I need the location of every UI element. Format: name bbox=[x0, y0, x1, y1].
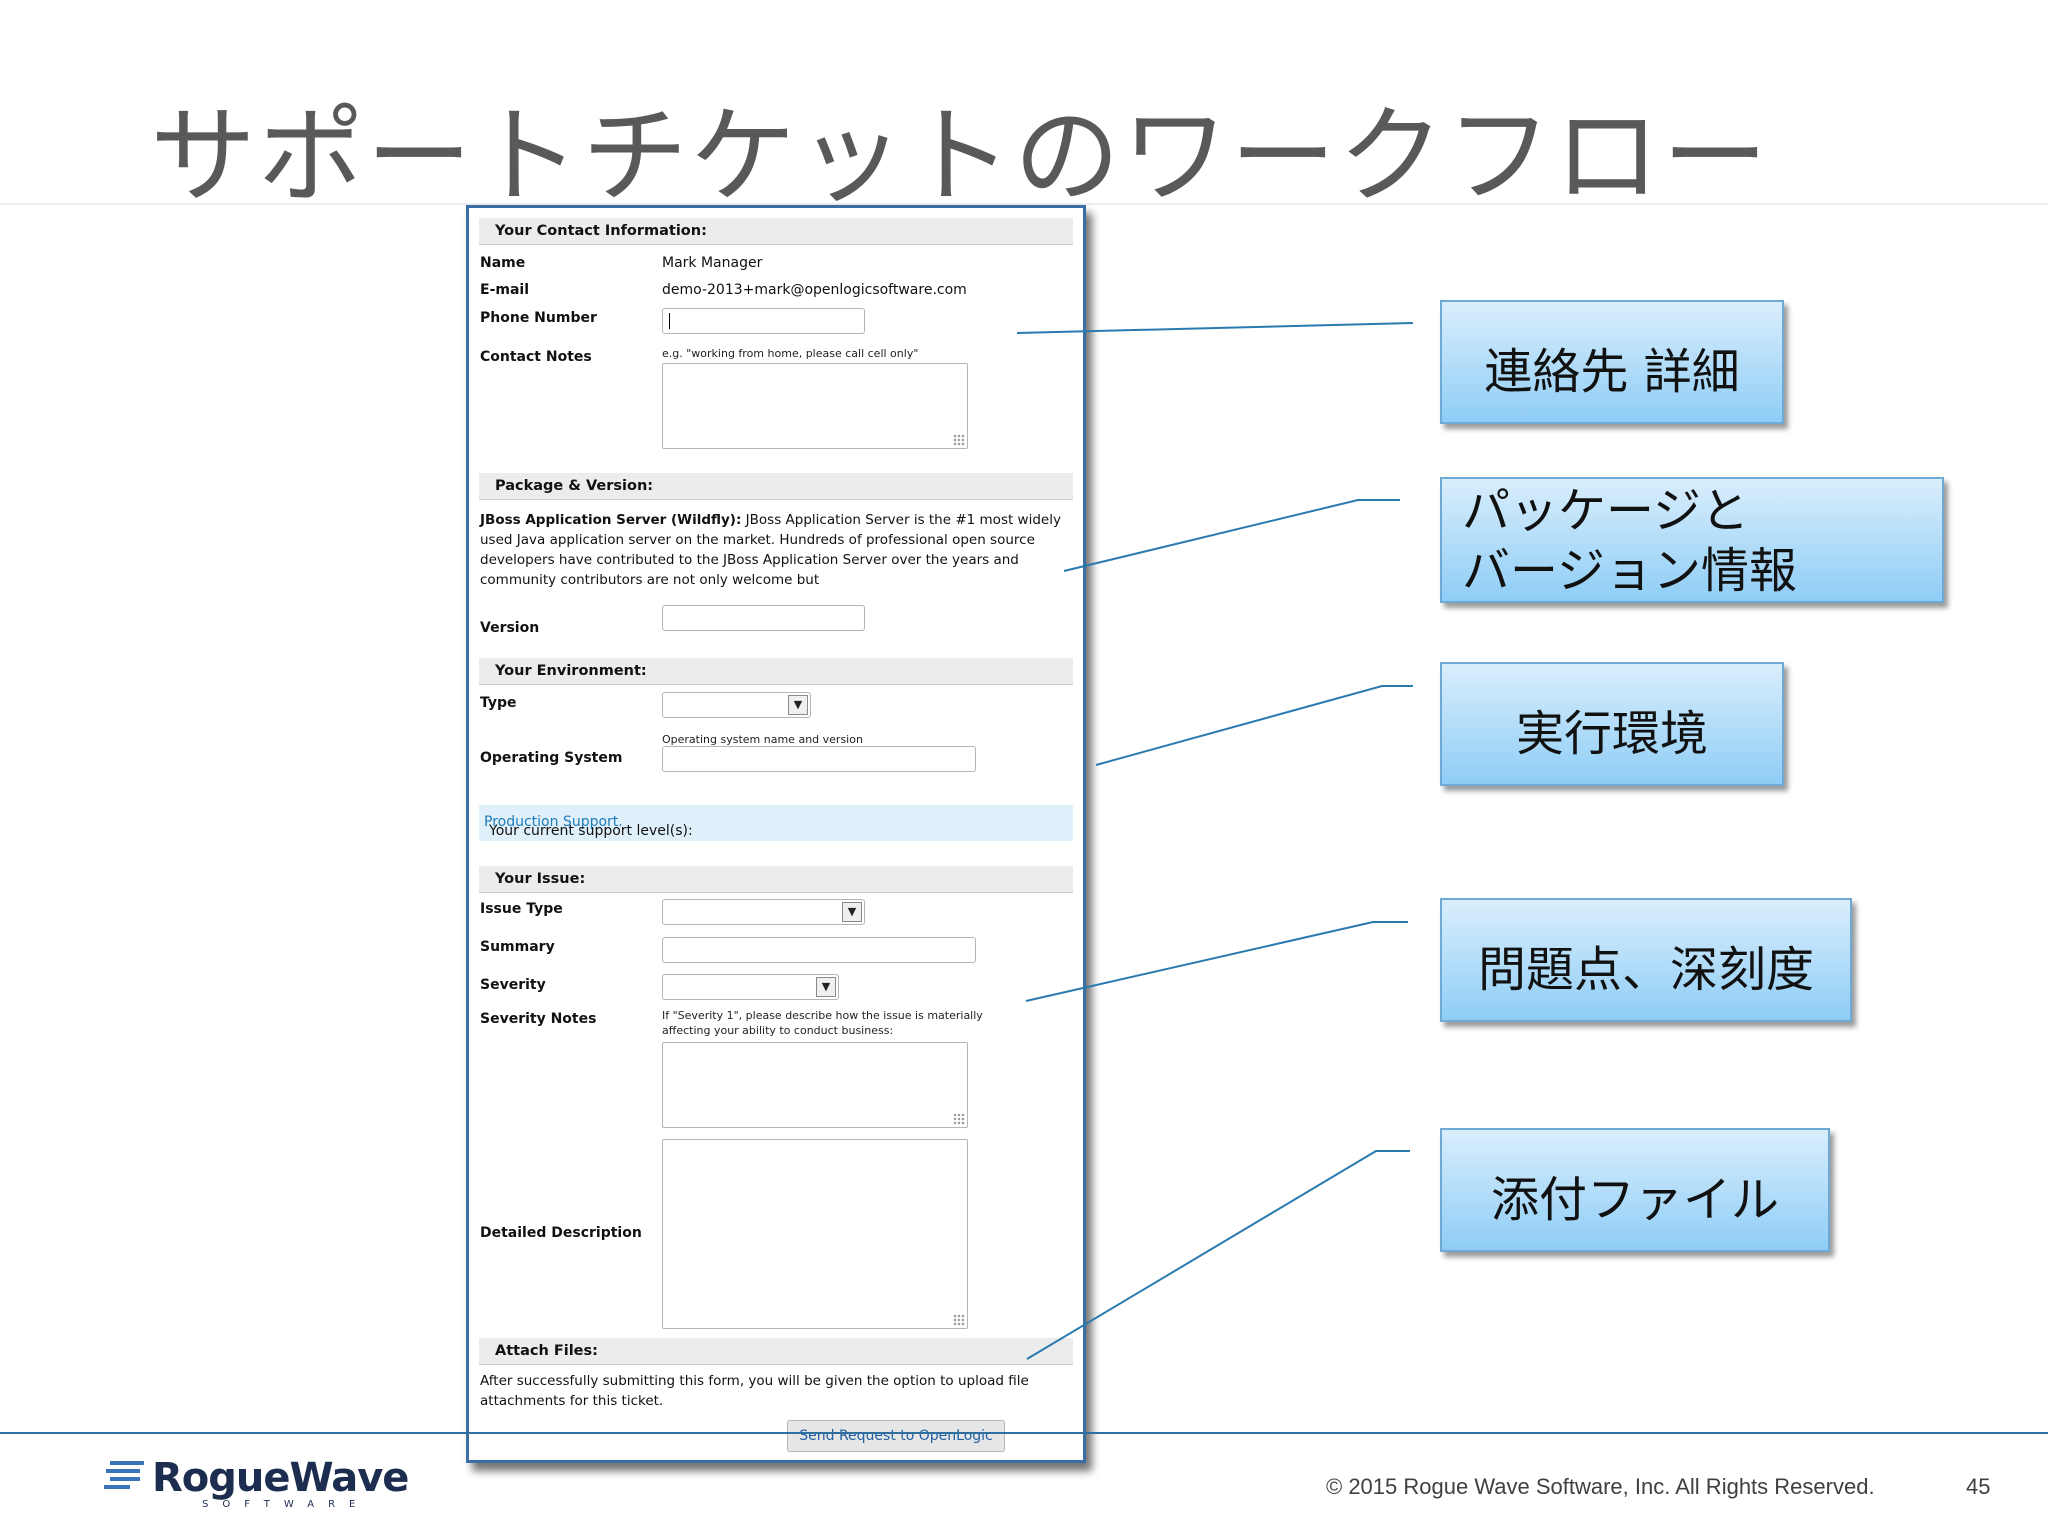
callout-contact-text: 連絡先 詳細 bbox=[1484, 344, 1740, 400]
attachments-connector-line bbox=[1026, 1150, 1410, 1360]
callout-package-text: パッケージと バージョン情報 bbox=[1462, 483, 1798, 599]
roguewave-logo: RogueWave SOFTWARE bbox=[104, 1455, 409, 1510]
logo-text: RogueWave bbox=[152, 1455, 409, 1501]
environment-connector-line bbox=[1095, 685, 1413, 766]
logo-mark-icon bbox=[104, 1461, 144, 1489]
callout-issue-text: 問題点、深刻度 bbox=[1477, 942, 1814, 998]
callout-issue: 問題点、深刻度 bbox=[1440, 898, 1852, 1022]
copyright: © 2015 Rogue Wave Software, Inc. All Rig… bbox=[1326, 1474, 1875, 1499]
callout-contact: 連絡先 詳細 bbox=[1440, 300, 1784, 424]
logo-tagline: SOFTWARE bbox=[202, 1499, 370, 1510]
callout-attachments: 添付ファイル bbox=[1440, 1128, 1830, 1252]
footer-divider bbox=[0, 1432, 2048, 1434]
callout-attachments-text: 添付ファイル bbox=[1490, 1172, 1779, 1228]
page-number: 45 bbox=[1966, 1474, 1991, 1499]
package-connector-line bbox=[1063, 499, 1400, 572]
callout-environment: 実行環境 bbox=[1440, 662, 1784, 786]
issue-connector-line bbox=[1025, 921, 1408, 1002]
callout-environment-text: 実行環境 bbox=[1515, 706, 1708, 762]
contact-connector-line bbox=[1016, 322, 1414, 334]
callout-package: パッケージと バージョン情報 bbox=[1440, 477, 1944, 603]
